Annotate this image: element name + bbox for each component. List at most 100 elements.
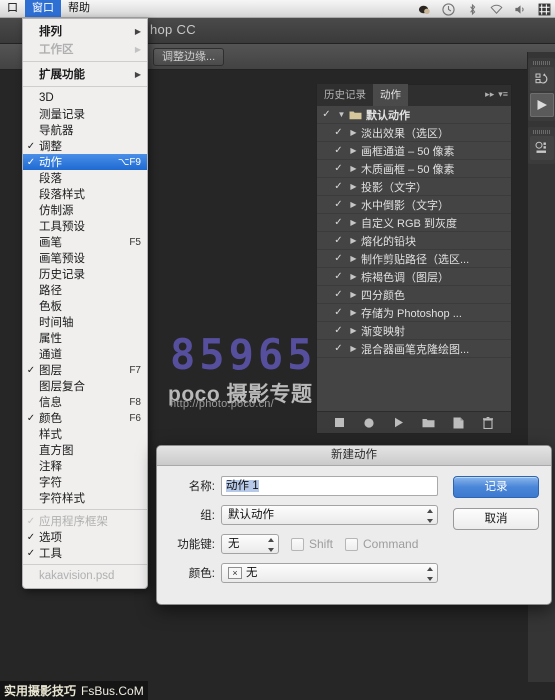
action-row[interactable]: ✓▶画框通道 – 50 像素: [317, 142, 511, 160]
shift-checkbox[interactable]: [291, 538, 304, 551]
menu-item-16[interactable]: 色板: [23, 298, 147, 314]
dropbox-icon[interactable]: [418, 3, 431, 16]
action-row[interactable]: ✓▶自定义 RGB 到灰度: [317, 214, 511, 232]
menu-item-15[interactable]: 路径: [23, 282, 147, 298]
action-row[interactable]: ✓▶水中倒影（文字）: [317, 196, 511, 214]
action-enabled-checkbox[interactable]: ✓: [331, 289, 346, 300]
menu-item-7[interactable]: ✓动作⌥F9: [23, 154, 147, 170]
menu-item-19[interactable]: 通道: [23, 346, 147, 362]
menu-item-28[interactable]: 字符样式: [23, 490, 147, 506]
stop-icon[interactable]: [333, 416, 346, 429]
action-enabled-checkbox[interactable]: ✓: [331, 199, 346, 210]
menu-item-9[interactable]: 段落样式: [23, 186, 147, 202]
menu-item-27[interactable]: 字符: [23, 474, 147, 490]
action-row[interactable]: ✓▶存储为 Photoshop ...: [317, 304, 511, 322]
menu-item-31[interactable]: ✓工具: [23, 545, 147, 561]
menu-item-12[interactable]: 画笔F5: [23, 234, 147, 250]
actions-list[interactable]: ✓▼默认动作✓▶淡出效果（选区）✓▶画框通道 – 50 像素✓▶木质画框 – 5…: [317, 106, 511, 411]
wifi-icon[interactable]: [490, 3, 503, 16]
bluetooth-icon[interactable]: [466, 3, 479, 16]
menubar-item-window[interactable]: 窗口: [25, 0, 61, 17]
menu-item-8[interactable]: 段落: [23, 170, 147, 186]
dock-grip-2[interactable]: [533, 130, 550, 134]
libraries-dock-icon[interactable]: [530, 136, 554, 160]
menu-item-6[interactable]: ✓调整: [23, 138, 147, 154]
expand-arrow-right-icon[interactable]: ▶: [346, 344, 361, 353]
record-icon[interactable]: [363, 416, 376, 429]
menu-item-4[interactable]: 测量记录: [23, 106, 147, 122]
action-enabled-checkbox[interactable]: ✓: [331, 145, 346, 156]
action-row[interactable]: ✓▶木质画框 – 50 像素: [317, 160, 511, 178]
command-checkbox[interactable]: [345, 538, 358, 551]
expand-arrow-right-icon[interactable]: ▶: [346, 164, 361, 173]
panel-menu-icon[interactable]: ▾≡: [498, 89, 508, 100]
expand-arrow-right-icon[interactable]: ▶: [346, 254, 361, 263]
expand-arrow-right-icon[interactable]: ▶: [346, 308, 361, 317]
expand-arrow-right-icon[interactable]: ▶: [346, 218, 361, 227]
color-select[interactable]: × 无: [221, 563, 438, 583]
menu-item-10[interactable]: 仿制源: [23, 202, 147, 218]
action-set-select[interactable]: 默认动作: [221, 505, 438, 525]
action-enabled-checkbox[interactable]: ✓: [331, 127, 346, 138]
menu-item-2[interactable]: 扩展功能▶: [23, 65, 147, 83]
expand-arrow-down-icon[interactable]: ▼: [334, 110, 349, 119]
menu-item-3[interactable]: 3D: [23, 90, 147, 106]
expand-arrow-right-icon[interactable]: ▶: [346, 200, 361, 209]
action-enabled-checkbox[interactable]: ✓: [331, 307, 346, 318]
refine-edge-button[interactable]: 调整边缘...: [153, 48, 224, 66]
expand-arrow-right-icon[interactable]: ▶: [346, 146, 361, 155]
action-enabled-checkbox[interactable]: ✓: [331, 325, 346, 336]
menu-item-17[interactable]: 时间轴: [23, 314, 147, 330]
menu-item-11[interactable]: 工具预设: [23, 218, 147, 234]
action-name-input[interactable]: 动作 1: [221, 476, 438, 496]
action-enabled-checkbox[interactable]: ✓: [331, 163, 346, 174]
expand-arrow-right-icon[interactable]: ▶: [346, 272, 361, 281]
menu-item-14[interactable]: 历史记录: [23, 266, 147, 282]
menu-item-24[interactable]: 样式: [23, 426, 147, 442]
time-machine-icon[interactable]: [442, 3, 455, 16]
action-enabled-checkbox[interactable]: ✓: [331, 343, 346, 354]
new-set-icon[interactable]: [422, 416, 435, 429]
action-enabled-checkbox[interactable]: ✓: [319, 109, 334, 120]
menu-item-30[interactable]: ✓选项: [23, 529, 147, 545]
menu-item-22[interactable]: 信息F8: [23, 394, 147, 410]
dock-grip[interactable]: [533, 61, 550, 65]
delete-icon[interactable]: [482, 416, 495, 429]
menu-item-18[interactable]: 属性: [23, 330, 147, 346]
cancel-button[interactable]: 取消: [453, 508, 539, 530]
expand-arrow-right-icon[interactable]: ▶: [346, 128, 361, 137]
menu-item-23[interactable]: ✓颜色F6: [23, 410, 147, 426]
menu-item-20[interactable]: ✓图层F7: [23, 362, 147, 378]
window-menu-dropdown[interactable]: 排列▶工作区▶扩展功能▶3D测量记录导航器✓调整✓动作⌥F9段落段落样式仿制源工…: [22, 18, 148, 589]
action-row[interactable]: ✓▶混合器画笔克隆绘图...: [317, 340, 511, 358]
action-row[interactable]: ✓▶制作剪贴路径（选区...: [317, 250, 511, 268]
expand-arrow-right-icon[interactable]: ▶: [346, 236, 361, 245]
collapse-panel-icon[interactable]: ▸▸: [485, 89, 494, 100]
action-row[interactable]: ✓▶投影（文字）: [317, 178, 511, 196]
menu-item-26[interactable]: 注释: [23, 458, 147, 474]
menu-item-5[interactable]: 导航器: [23, 122, 147, 138]
tab-history[interactable]: 历史记录: [317, 84, 373, 106]
menu-item-13[interactable]: 画笔预设: [23, 250, 147, 266]
history-dock-icon[interactable]: [530, 67, 554, 91]
menubar-item-0[interactable]: 口: [0, 0, 25, 17]
action-row[interactable]: ✓▶四分颜色: [317, 286, 511, 304]
menu-item-0[interactable]: 排列▶: [23, 22, 147, 40]
menu-item-21[interactable]: 图层复合: [23, 378, 147, 394]
action-row[interactable]: ✓▶淡出效果（选区）: [317, 124, 511, 142]
action-row[interactable]: ✓▼默认动作: [317, 106, 511, 124]
action-row[interactable]: ✓▶渐变映射: [317, 322, 511, 340]
tab-actions[interactable]: 动作: [373, 84, 408, 106]
volume-icon[interactable]: [514, 3, 527, 16]
expand-arrow-right-icon[interactable]: ▶: [346, 326, 361, 335]
action-row[interactable]: ✓▶棕褐色调（图层）: [317, 268, 511, 286]
record-button[interactable]: 记录: [453, 476, 539, 498]
action-row[interactable]: ✓▶熔化的铅块: [317, 232, 511, 250]
expand-arrow-right-icon[interactable]: ▶: [346, 290, 361, 299]
menu-item-25[interactable]: 直方图: [23, 442, 147, 458]
input-method-icon[interactable]: [538, 3, 551, 16]
function-key-select[interactable]: 无: [221, 534, 279, 554]
action-enabled-checkbox[interactable]: ✓: [331, 253, 346, 264]
action-enabled-checkbox[interactable]: ✓: [331, 217, 346, 228]
actions-dock-icon[interactable]: [530, 93, 554, 117]
